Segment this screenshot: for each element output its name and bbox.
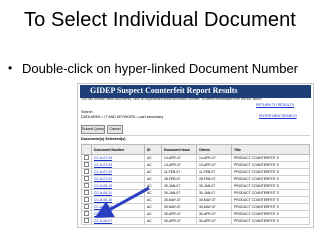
bullet-text: Double-click on hyper-linked Document Nu…: [22, 61, 299, 76]
slide-title: To Select Individual Document: [24, 9, 296, 31]
embedded-screenshot: GIDEP Suspect Counterfeit Report Results…: [77, 83, 314, 228]
bullet-dot-icon: •: [8, 61, 13, 75]
pointer-arrow-icon: [94, 186, 150, 218]
